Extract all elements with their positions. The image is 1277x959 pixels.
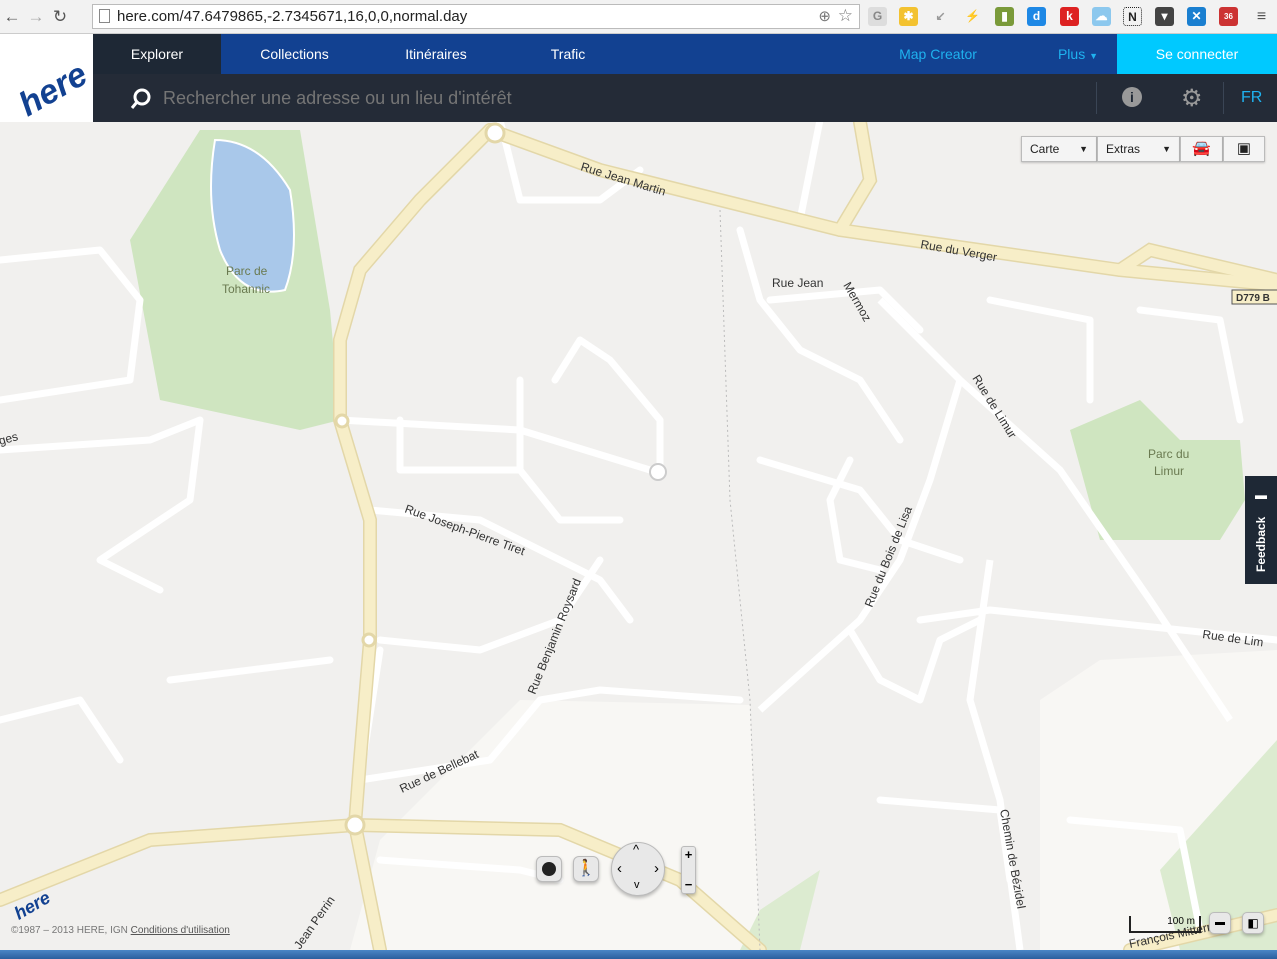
chevron-down-icon: ▼ — [1162, 144, 1171, 154]
back-icon[interactable]: ← — [0, 7, 24, 27]
scale-label: 100 m — [1167, 916, 1195, 927]
scale-bar: 100 m — [1129, 916, 1201, 933]
search-input[interactable] — [163, 82, 1063, 114]
zoom-out-button[interactable]: − — [682, 877, 695, 893]
tab-trafic[interactable]: Trafic — [504, 34, 632, 74]
chat-icon: ▬ — [1255, 488, 1267, 502]
divider — [1223, 82, 1224, 114]
extension-icon[interactable]: ↙ — [931, 7, 950, 26]
plus-menu[interactable]: Plus ▼ — [1043, 34, 1113, 76]
search-icon[interactable] — [129, 87, 153, 111]
forward-icon[interactable]: → — [24, 7, 48, 27]
pan-down-icon[interactable]: v — [634, 879, 640, 891]
tab-itineraires[interactable]: Itinéraires — [368, 34, 504, 74]
feedback-button[interactable]: ▬ Feedback — [1245, 476, 1277, 584]
traffic-car-button[interactable]: 🚘 — [1180, 136, 1223, 162]
label-parc-tohannic: Tohannic — [222, 282, 270, 296]
bookmark-star-icon[interactable]: ☆ — [838, 6, 853, 26]
map-canvas[interactable]: Rue Jean Martin Rue du Verger D779 B Par… — [0, 122, 1277, 950]
weather-extension-icon[interactable]: ☁ — [1092, 7, 1111, 26]
map-type-label: Carte — [1030, 142, 1060, 156]
minimap-icon: ▬ — [1215, 917, 1225, 928]
address-bar[interactable]: here.com/47.6479865,-2.7345671,16,0,0,no… — [92, 4, 860, 29]
tab-collections[interactable]: Collections — [221, 34, 368, 74]
plus-label: Plus — [1057, 46, 1086, 62]
public-transport-button[interactable]: ▣ — [1223, 136, 1265, 162]
pan-up-icon[interactable]: ^ — [633, 842, 639, 857]
here-logo[interactable]: here — [0, 34, 94, 124]
zoom-icon[interactable]: ⊕ — [818, 7, 831, 25]
menu-icon[interactable]: ≡ — [1252, 7, 1271, 26]
bus-icon: ▣ — [1236, 140, 1252, 157]
chevron-down-icon: ▼ — [1089, 51, 1099, 61]
extension-icon[interactable]: ✱ — [899, 7, 918, 26]
search-bar: i ⚙ FR — [93, 74, 1277, 122]
map-creator-link[interactable]: Map Creator — [883, 34, 993, 74]
tab-explorer[interactable]: Explorer — [93, 34, 221, 74]
browser-toolbar: ← → ↻ here.com/47.6479865,-2.7345671,16,… — [0, 0, 1277, 34]
language-selector[interactable]: FR — [1241, 89, 1262, 107]
main-nav: Explorer Collections Itinéraires Trafic … — [93, 34, 1277, 74]
zoom-control[interactable]: + − — [681, 846, 696, 894]
overview-toggle[interactable]: ◧ — [1242, 912, 1264, 934]
map-type-dropdown[interactable]: Carte ▼ — [1021, 136, 1097, 162]
os-taskbar — [0, 950, 1277, 959]
label-d779: D779 B — [1236, 293, 1270, 304]
label-parc-limur: Limur — [1154, 464, 1184, 478]
label-rue-jean-mermoz: Rue Jean — [772, 276, 823, 290]
url-text: here.com/47.6479865,-2.7345671,16,0,0,no… — [117, 8, 468, 25]
copyright: ©1987 – 2013 HERE, IGN Conditions d'util… — [11, 925, 230, 936]
feedback-label: Feedback — [1254, 516, 1268, 572]
locate-me-button[interactable] — [536, 856, 562, 882]
x-extension-icon[interactable]: ✕ — [1187, 7, 1206, 26]
lightning-extension-icon[interactable]: ⚡ — [963, 7, 982, 26]
pedestrian-icon: 🚶 — [576, 860, 596, 877]
svg-text:here: here — [13, 55, 93, 122]
label-parc-limur: Parc du — [1148, 447, 1189, 461]
copyright-text: ©1987 – 2013 HERE, IGN — [11, 925, 128, 936]
info-icon[interactable]: i — [1122, 87, 1142, 107]
k-extension-icon[interactable]: k — [1060, 7, 1079, 26]
label-parc-tohannic: Parc de — [226, 264, 268, 278]
settings-gear-icon[interactable]: ⚙ — [1181, 84, 1203, 113]
adblock-extension-icon[interactable]: 36 — [1219, 7, 1238, 26]
terms-link[interactable]: Conditions d'utilisation — [131, 925, 230, 936]
delicious-extension-icon[interactable]: d — [1027, 7, 1046, 26]
login-button[interactable]: Se connecter — [1117, 34, 1277, 74]
extras-dropdown[interactable]: Extras ▼ — [1097, 136, 1180, 162]
pan-control[interactable]: ^ ‹ › v — [611, 842, 665, 896]
evernote-extension-icon[interactable]: ▮ — [995, 7, 1014, 26]
google-extension-icon[interactable]: G — [868, 7, 887, 26]
minimap-toggle[interactable]: ▬ — [1209, 912, 1231, 934]
street-level-button[interactable]: 🚶 — [573, 856, 599, 882]
location-icon — [542, 862, 556, 876]
car-icon: 🚘 — [1192, 140, 1211, 157]
page-icon — [99, 9, 110, 23]
chevron-down-icon: ▼ — [1079, 144, 1088, 154]
pocket-extension-icon[interactable]: ▾ — [1155, 7, 1174, 26]
extras-label: Extras — [1106, 142, 1141, 156]
pan-left-icon[interactable]: ‹ — [617, 860, 622, 877]
divider — [1096, 82, 1097, 114]
n-extension-icon[interactable]: N — [1123, 7, 1142, 26]
overview-icon: ◧ — [1247, 916, 1259, 930]
zoom-in-button[interactable]: + — [682, 847, 695, 863]
reload-icon[interactable]: ↻ — [48, 7, 72, 27]
pan-right-icon[interactable]: › — [654, 860, 659, 877]
